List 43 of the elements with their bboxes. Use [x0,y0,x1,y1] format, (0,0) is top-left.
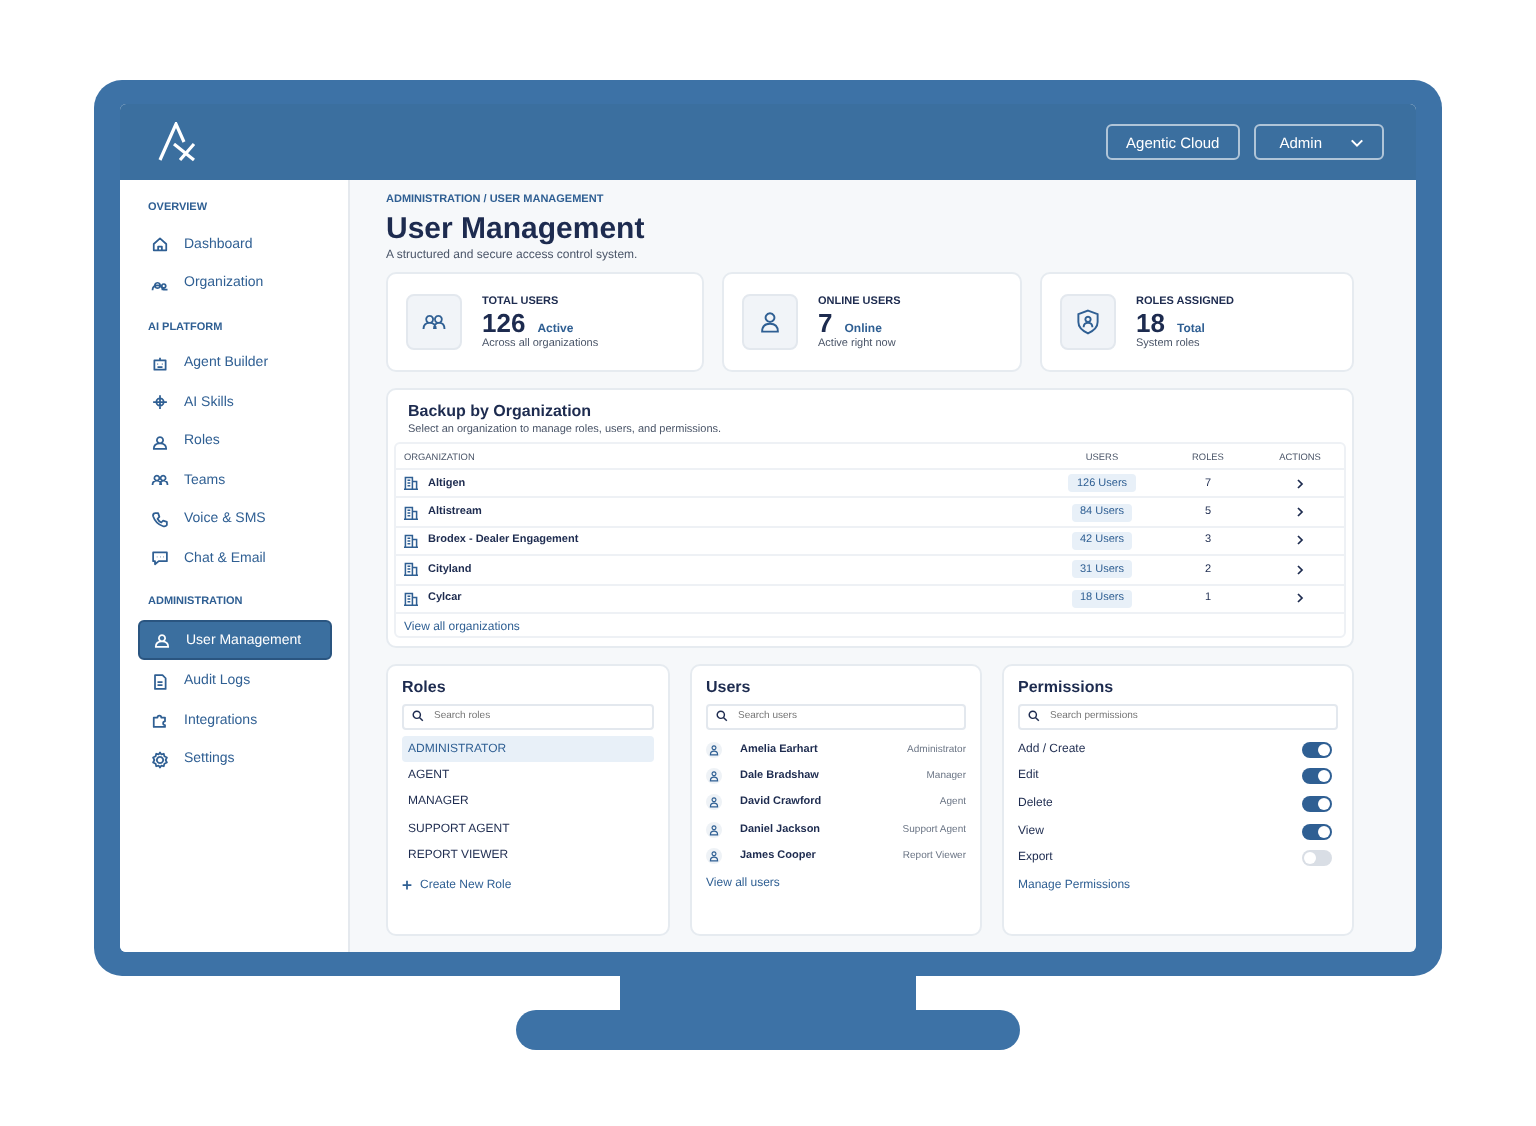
stat-value: 126 [482,307,526,337]
toggle-switch[interactable] [1302,850,1332,867]
panel-title: Permissions [1018,677,1116,696]
building-icon [404,562,418,577]
group-icon [150,470,170,490]
toggle-switch[interactable] [1302,741,1332,758]
chevron-right-icon[interactable] [1296,506,1304,519]
person-icon [150,431,170,451]
chat-icon [150,548,170,568]
avatar-icon [706,741,722,758]
chevron-right-icon[interactable] [1296,534,1304,547]
home-icon [150,234,170,254]
avatar-icon [706,848,722,865]
document-icon [150,671,170,691]
person-icon [742,294,798,350]
page-title: User Management [386,212,647,246]
panel-title: Roles [402,677,448,696]
stat-value: 18 [1136,307,1165,337]
stat-value: 7 [818,307,833,337]
card-title: Backup by Organization [406,402,594,420]
puzzle-icon [150,710,170,730]
avatar-icon [706,794,722,811]
gear-icon [150,749,170,769]
avatar-icon [706,821,722,838]
building-icon [404,476,418,491]
toggle-switch[interactable] [1302,823,1332,840]
plus-icon [402,880,412,891]
chevron-right-icon[interactable] [1296,563,1304,576]
toggle-switch[interactable] [1302,768,1332,785]
robot-icon [150,353,170,373]
panel-title: Users [706,677,753,696]
chevron-right-icon[interactable] [1296,592,1304,605]
avatar-icon [706,768,722,785]
building-icon [404,505,418,520]
phone-icon [150,509,170,529]
person-icon [152,630,172,650]
caret-icon [1350,137,1364,147]
building-icon [404,591,418,606]
building-icon [404,533,418,548]
logo-icon [156,122,200,162]
toggle-switch[interactable] [1302,795,1332,812]
chevron-right-icon[interactable] [1296,477,1304,490]
shield-icon [1060,294,1116,350]
